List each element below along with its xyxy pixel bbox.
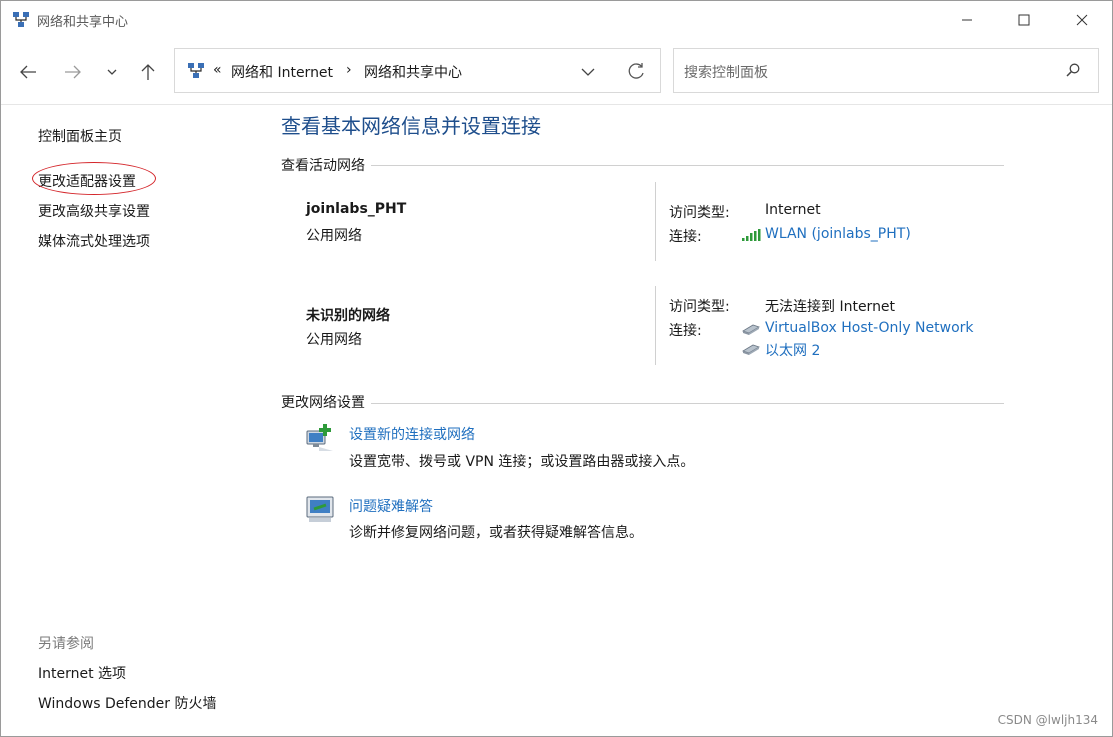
network-center-icon bbox=[12, 11, 30, 29]
divider bbox=[655, 182, 656, 261]
arrow-up-icon bbox=[141, 64, 155, 80]
connections-label: 连接: bbox=[669, 323, 702, 339]
section-divider bbox=[281, 165, 1004, 166]
breadcrumb-separator[interactable]: › bbox=[346, 62, 352, 78]
maximize-button[interactable] bbox=[1001, 1, 1047, 39]
page-title: 查看基本网络信息并设置连接 bbox=[281, 114, 541, 138]
access-type-label: 访问类型: bbox=[669, 299, 730, 315]
chevron-down-icon bbox=[107, 69, 117, 75]
connections-label: 连接: bbox=[669, 229, 702, 245]
sidebar-item-media-streaming[interactable]: 媒体流式处理选项 bbox=[38, 231, 150, 251]
up-button[interactable] bbox=[133, 57, 163, 87]
network-name: 未识别的网络 bbox=[306, 308, 390, 324]
network-sharing-center-window: 网络和共享中心 « 网络和 Internet › 网络和共享中心 搜索控制面板 … bbox=[0, 0, 1113, 737]
minimize-button[interactable] bbox=[944, 1, 990, 39]
ethernet-icon bbox=[741, 322, 761, 340]
chevron-down-icon bbox=[581, 68, 595, 76]
arrow-right-icon bbox=[65, 65, 81, 79]
network-category: 公用网络 bbox=[306, 228, 362, 244]
setup-new-connection-link[interactable]: 设置新的连接或网络 bbox=[349, 424, 475, 444]
access-type-label: 访问类型: bbox=[669, 205, 730, 221]
connection-link-ethernet-2[interactable]: 以太网 2 bbox=[765, 340, 820, 360]
network-name: joinlabs_PHT bbox=[306, 201, 407, 217]
address-history-button[interactable] bbox=[581, 65, 595, 81]
access-type-value: 无法连接到 Internet bbox=[765, 299, 896, 315]
sidebar-item-internet-options[interactable]: Internet 选项 bbox=[38, 663, 126, 683]
breadcrumb-network-sharing-center[interactable]: 网络和共享中心 bbox=[364, 62, 462, 82]
forward-button[interactable] bbox=[58, 57, 88, 87]
watermark: CSDN @lwljh134 bbox=[997, 713, 1098, 727]
setup-new-connection-description: 设置宽带、拨号或 VPN 连接；或设置路由器或接入点。 bbox=[349, 454, 695, 470]
refresh-icon bbox=[628, 63, 644, 79]
new-connection-icon bbox=[305, 423, 335, 453]
search-input[interactable]: 搜索控制面板 bbox=[673, 48, 1099, 93]
section-divider bbox=[281, 403, 1004, 404]
connection-link-virtualbox[interactable]: VirtualBox Host-Only Network bbox=[765, 320, 974, 336]
change-settings-heading: 更改网络设置 bbox=[281, 392, 371, 412]
close-button[interactable] bbox=[1059, 1, 1105, 39]
sidebar-item-windows-firewall[interactable]: Windows Defender 防火墙 bbox=[38, 693, 216, 713]
title-bar: 网络和共享中心 bbox=[1, 1, 1112, 39]
refresh-button[interactable] bbox=[626, 61, 646, 85]
sidebar-item-control-panel-home[interactable]: 控制面板主页 bbox=[38, 126, 122, 146]
search-icon[interactable] bbox=[1066, 63, 1080, 81]
search-placeholder: 搜索控制面板 bbox=[684, 65, 768, 81]
navigation-bar: « 网络和 Internet › 网络和共享中心 搜索控制面板 bbox=[1, 39, 1112, 105]
window-title: 网络和共享中心 bbox=[37, 15, 129, 30]
connection-link-wlan[interactable]: WLAN (joinlabs_PHT) bbox=[765, 226, 911, 242]
minimize-icon bbox=[962, 19, 972, 21]
network-center-icon bbox=[187, 62, 205, 80]
troubleshoot-description: 诊断并修复网络问题，或者获得疑难解答信息。 bbox=[349, 525, 643, 541]
sidebar-item-advanced-sharing[interactable]: 更改高级共享设置 bbox=[38, 201, 150, 221]
see-also-heading: 另请参阅 bbox=[38, 636, 94, 652]
troubleshoot-icon bbox=[305, 495, 335, 525]
highlight-circle bbox=[32, 162, 156, 195]
maximize-icon bbox=[1018, 14, 1030, 26]
access-type-value: Internet bbox=[765, 202, 821, 218]
ethernet-icon bbox=[741, 342, 761, 360]
address-bar[interactable]: « 网络和 Internet › 网络和共享中心 bbox=[174, 48, 661, 93]
recent-locations-button[interactable] bbox=[97, 57, 127, 87]
network-category: 公用网络 bbox=[306, 332, 362, 348]
breadcrumb-overflow[interactable]: « bbox=[213, 62, 222, 78]
back-button[interactable] bbox=[13, 57, 43, 87]
wifi-signal-icon bbox=[741, 228, 761, 246]
troubleshoot-link[interactable]: 问题疑难解答 bbox=[349, 496, 433, 516]
divider bbox=[655, 286, 656, 365]
arrow-left-icon bbox=[20, 65, 36, 79]
breadcrumb-network-internet[interactable]: 网络和 Internet bbox=[231, 62, 333, 82]
active-networks-heading: 查看活动网络 bbox=[281, 155, 371, 175]
close-icon bbox=[1076, 14, 1088, 26]
